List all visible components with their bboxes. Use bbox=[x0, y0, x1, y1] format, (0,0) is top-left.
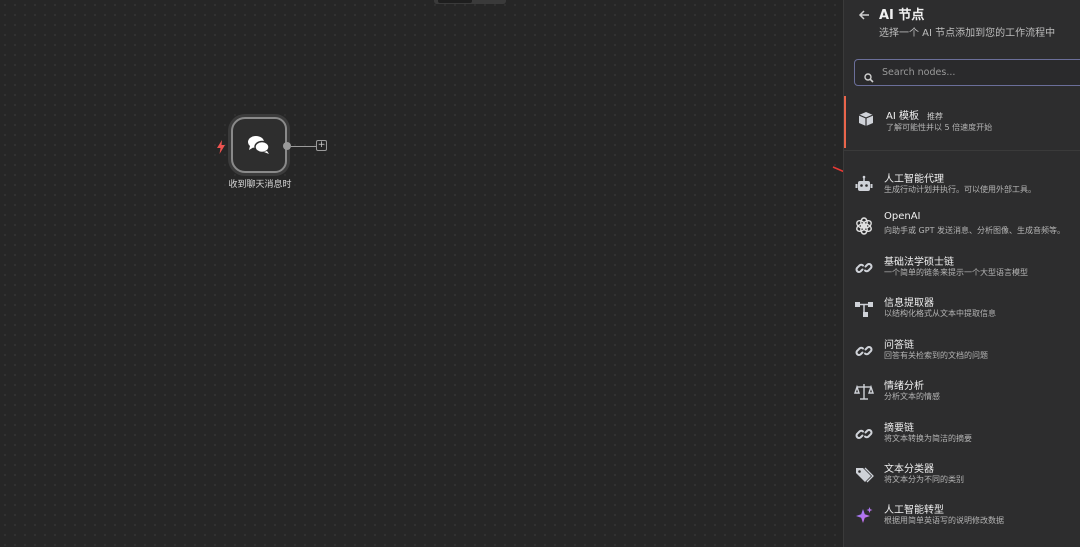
extractor-icon bbox=[854, 299, 874, 319]
chat-trigger-node[interactable] bbox=[231, 117, 287, 173]
recommended-badge: 推荐 bbox=[926, 112, 943, 121]
node-item-desc: 将文本分为不同的类别 bbox=[884, 475, 964, 484]
node-item-name: 人工智能代理 bbox=[884, 174, 944, 185]
node-item-desc: 根据用简单英语写的说明修改数据 bbox=[884, 516, 1004, 525]
connector-line bbox=[291, 146, 316, 147]
openai-icon bbox=[854, 216, 874, 236]
node-label: 收到聊天消息时 bbox=[228, 180, 292, 190]
node-item-desc: 分析文本的情感 bbox=[884, 392, 940, 401]
divider bbox=[844, 150, 1080, 151]
search-icon bbox=[864, 68, 874, 83]
lightning-icon bbox=[216, 139, 226, 154]
node-item-desc: 将文本转换为简洁的摘要 bbox=[884, 434, 972, 443]
top-toolbar-tab[interactable] bbox=[434, 0, 506, 4]
node-item-info-extractor[interactable]: 信息提取器 以结构化格式从文本中提取信息 bbox=[844, 291, 1080, 327]
link-icon bbox=[854, 341, 874, 361]
tags-icon bbox=[854, 465, 874, 485]
node-item-name: OpenAI bbox=[884, 211, 921, 222]
node-item-name: 问答链 bbox=[884, 340, 914, 351]
node-item-name: 情绪分析 bbox=[884, 381, 924, 392]
node-item-desc: 生成行动计划并执行。可以使用外部工具。 bbox=[884, 185, 1036, 194]
output-connector[interactable] bbox=[283, 142, 291, 150]
link-icon bbox=[854, 258, 874, 278]
ai-template-item[interactable]: AI 模板 推荐 了解可能性并以 5 倍速度开始 bbox=[844, 96, 1080, 148]
link-icon bbox=[854, 424, 874, 444]
node-item-openai[interactable]: OpenAI 向助手或 GPT 发送消息、分析图像、生成音频等。 bbox=[844, 208, 1080, 244]
node-item-summarization-chain[interactable]: 摘要链 将文本转换为简洁的摘要 bbox=[844, 416, 1080, 452]
add-node-button[interactable]: + bbox=[316, 140, 327, 151]
node-item-sentiment-analysis[interactable]: 情绪分析 分析文本的情感 bbox=[844, 374, 1080, 410]
node-item-text-classifier[interactable]: 文本分类器 将文本分为不同的类别 bbox=[844, 457, 1080, 493]
node-item-ai-transform[interactable]: 人工智能转型 根据用简单英语写的说明修改数据 bbox=[844, 498, 1080, 534]
node-item-desc: 向助手或 GPT 发送消息、分析图像、生成音频等。 bbox=[884, 226, 1065, 235]
node-item-name: 基础法学硕士链 bbox=[884, 257, 954, 268]
search-box[interactable] bbox=[854, 59, 1080, 86]
search-input[interactable] bbox=[882, 64, 1072, 81]
ai-nodes-panel: AI 节点 选择一个 AI 节点添加到您的工作流程中 AI 模板推荐 了解可能性… bbox=[843, 0, 1080, 547]
template-desc: 了解可能性并以 5 倍速度开始 bbox=[886, 123, 993, 132]
top-toolbar-segment[interactable] bbox=[438, 0, 472, 3]
node-item-desc: 以结构化格式从文本中提取信息 bbox=[884, 309, 996, 318]
template-name: AI 模板 推荐 bbox=[886, 111, 943, 122]
scale-icon bbox=[854, 382, 874, 402]
panel-subtitle: 选择一个 AI 节点添加到您的工作流程中 bbox=[879, 28, 1056, 39]
chat-bubbles-icon bbox=[248, 136, 270, 154]
node-item-name: 人工智能转型 bbox=[884, 505, 944, 516]
robot-icon bbox=[854, 175, 874, 195]
node-item-ai-agent[interactable]: 人工智能代理 生成行动计划并执行。可以使用外部工具。 bbox=[844, 167, 1080, 203]
box-icon bbox=[856, 109, 876, 129]
node-item-name: 文本分类器 bbox=[884, 464, 934, 475]
panel-title: AI 节点 bbox=[879, 8, 925, 23]
back-arrow-icon[interactable] bbox=[858, 6, 870, 20]
sparkle-icon bbox=[854, 506, 874, 526]
node-item-basic-llm-chain[interactable]: 基础法学硕士链 一个简单的链条来提示一个大型语言模型 bbox=[844, 250, 1080, 286]
node-item-name: 信息提取器 bbox=[884, 298, 934, 309]
node-item-name: 摘要链 bbox=[884, 423, 914, 434]
node-item-qa-chain[interactable]: 问答链 回答有关检索到的文档的问题 bbox=[844, 333, 1080, 369]
node-item-desc: 一个简单的链条来提示一个大型语言模型 bbox=[884, 268, 1028, 277]
node-item-desc: 回答有关检索到的文档的问题 bbox=[884, 351, 988, 360]
